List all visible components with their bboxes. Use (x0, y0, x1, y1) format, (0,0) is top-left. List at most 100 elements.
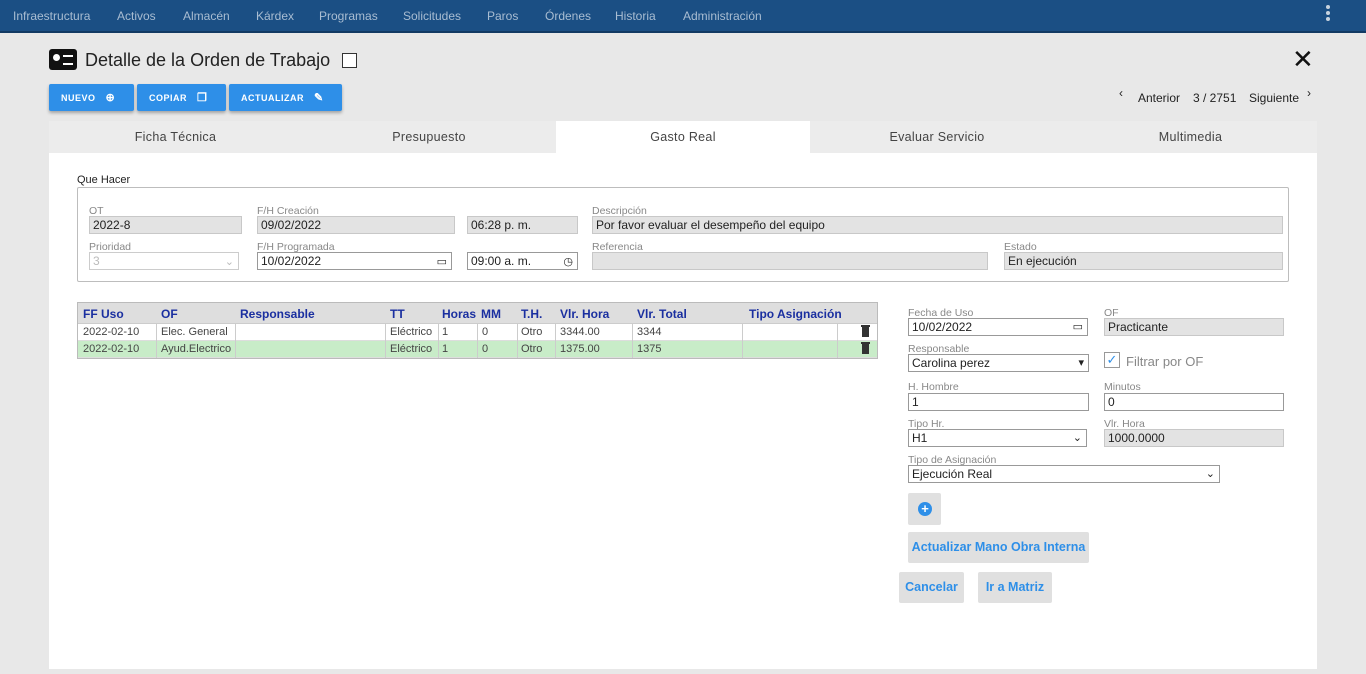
prev-link[interactable]: Anterior (1138, 91, 1180, 105)
nav-item-paros[interactable]: Paros (487, 9, 518, 23)
col-tt[interactable]: TT (390, 307, 405, 321)
fh-programada-time-input[interactable]: 09:00 a. m. ◷ (467, 252, 578, 270)
col-horas[interactable]: Horas (442, 307, 476, 321)
cell-vlr-hora: 3344.00 (560, 326, 600, 338)
nav-item-administracion[interactable]: Administración (683, 9, 762, 23)
nav-item-solicitudes[interactable]: Solicitudes (403, 9, 461, 23)
chevron-left-icon[interactable]: ‹ (1119, 86, 1123, 100)
h-hombre-input[interactable]: 1 (908, 393, 1089, 411)
copy-button[interactable]: COPIAR ❐ (137, 84, 226, 111)
h-hombre-label: H. Hombre (908, 381, 959, 393)
col-vlr-hora[interactable]: Vlr. Hora (560, 307, 609, 321)
fh-programada-time-value: 09:00 a. m. (471, 254, 532, 268)
table-row[interactable]: 2022-02-10 Elec. General Eléctrico 1 0 O… (78, 324, 877, 341)
minutos-input[interactable]: 0 (1104, 393, 1284, 411)
nav-item-programas[interactable]: Programas (319, 9, 378, 23)
caret-down-icon[interactable]: ▾ (1078, 355, 1084, 371)
record-position: 3 / 2751 (1193, 91, 1237, 105)
fh-programada-date-value: 10/02/2022 (261, 254, 322, 268)
trash-icon[interactable] (861, 342, 870, 354)
calendar-icon[interactable]: ▭ (437, 254, 447, 270)
prioridad-select[interactable]: 3 ⌄ (89, 252, 239, 270)
nav-item-ordenes[interactable]: Órdenes (545, 9, 591, 23)
grid-header: FF Uso OF Responsable TT Horas MM T.H. V… (78, 303, 877, 324)
chevron-down-icon[interactable]: ⌄ (1206, 466, 1215, 482)
tipo-hr-select[interactable]: H1 ⌄ (908, 429, 1087, 447)
nav-item-activos[interactable]: Activos (117, 9, 156, 23)
cell-of: Elec. General (161, 326, 228, 338)
filtrar-label: Filtrar por OF (1126, 354, 1204, 369)
tab-evaluar-servicio[interactable]: Evaluar Servicio (810, 121, 1064, 153)
col-th[interactable]: T.H. (521, 307, 542, 321)
add-button[interactable]: + (908, 493, 941, 525)
chevron-down-icon: ⌄ (224, 256, 234, 268)
cell-mm: 0 (482, 343, 489, 355)
update-button[interactable]: ACTUALIZAR ✎ (229, 84, 342, 111)
col-vlr-total[interactable]: Vlr. Total (637, 307, 687, 321)
que-hacer-fieldset: OT 2022-8 F/H Creación 09/02/2022 06:28 … (77, 187, 1289, 282)
add-circle-outline-icon: ⊕ (105, 92, 116, 104)
nav-item-almacen[interactable]: Almacén (183, 9, 230, 23)
cell-tt: Eléctrico (390, 326, 433, 338)
estado-field: En ejecución (1004, 252, 1283, 270)
tab-gasto-real[interactable]: Gasto Real (556, 121, 810, 153)
responsable-value: Carolina perez (912, 356, 991, 370)
trash-icon[interactable] (861, 325, 870, 337)
nav-item-infraestructura[interactable]: Infraestructura (13, 9, 90, 23)
cell-ff-uso: 2022-02-10 (83, 326, 140, 338)
col-responsable[interactable]: Responsable (240, 307, 315, 321)
table-row[interactable]: 2022-02-10 Ayud.Electrico Eléctrico 1 0 … (78, 341, 877, 358)
cell-tt: Eléctrico (390, 343, 433, 355)
col-tipo-asignacion[interactable]: Tipo Asignación (749, 307, 842, 321)
tab-presupuesto[interactable]: Presupuesto (302, 121, 556, 153)
prioridad-value: 3 (93, 254, 100, 268)
cell-vlr-total: 3344 (637, 326, 662, 338)
close-icon[interactable]: ✕ (1292, 46, 1314, 72)
fh-creacion-time-field: 06:28 p. m. (467, 216, 578, 234)
next-link[interactable]: Siguiente (1249, 91, 1299, 105)
tipo-asignacion-select[interactable]: Ejecución Real ⌄ (908, 465, 1220, 483)
fh-programada-date-input[interactable]: 10/02/2022 ▭ (257, 252, 452, 270)
minutos-label: Minutos (1104, 381, 1141, 393)
tab-ficha-tecnica[interactable]: Ficha Técnica (49, 121, 302, 153)
update-button-label: ACTUALIZAR (241, 92, 304, 103)
col-ff-uso[interactable]: FF Uso (83, 307, 124, 321)
ir-a-matriz-button[interactable]: Ir a Matriz (978, 572, 1052, 603)
add-circle-icon: + (918, 502, 932, 516)
nav-item-historia[interactable]: Historia (615, 9, 656, 23)
new-button-label: NUEVO (61, 92, 96, 103)
tab-multimedia[interactable]: Multimedia (1064, 121, 1317, 153)
cell-horas: 1 (442, 326, 449, 338)
title-checkbox[interactable] (342, 53, 357, 68)
chevron-right-icon[interactable]: › (1307, 86, 1311, 100)
cell-th: Otro (521, 343, 543, 355)
ot-field: 2022-8 (89, 216, 242, 234)
referencia-field (592, 252, 988, 270)
cancel-button[interactable]: Cancelar (899, 572, 964, 603)
clock-icon[interactable]: ◷ (563, 254, 573, 270)
col-mm[interactable]: MM (481, 307, 501, 321)
calendar-icon[interactable]: ▭ (1073, 319, 1083, 335)
responsable-select[interactable]: Carolina perez ▾ (908, 354, 1089, 372)
nav-item-kardex[interactable]: Kárdex (256, 9, 294, 23)
section-label: Que Hacer (77, 174, 131, 186)
cell-th: Otro (521, 326, 543, 338)
tab-bar: Ficha Técnica Presupuesto Gasto Real Eva… (49, 121, 1317, 153)
new-button[interactable]: NUEVO ⊕ (49, 84, 134, 111)
vlr-hora-field: 1000.0000 (1104, 429, 1284, 447)
tipo-asignacion-value: Ejecución Real (912, 467, 993, 481)
copy-icon: ❐ (197, 92, 208, 104)
filtrar-checkbox[interactable]: ✓ (1104, 352, 1120, 368)
cell-vlr-total: 1375 (637, 343, 662, 355)
actualizar-mano-obra-button[interactable]: Actualizar Mano Obra Interna (908, 532, 1089, 563)
main-panel: Ficha Técnica Presupuesto Gasto Real Eva… (49, 121, 1317, 669)
page-title: Detalle de la Orden de Trabajo (85, 50, 331, 70)
cell-of: Ayud.Electrico (161, 343, 232, 355)
fecha-uso-input[interactable]: 10/02/2022 ▭ (908, 318, 1088, 336)
cell-mm: 0 (482, 326, 489, 338)
col-of[interactable]: OF (161, 307, 178, 321)
copy-button-label: COPIAR (149, 92, 188, 103)
chevron-down-icon[interactable]: ⌄ (1073, 430, 1082, 446)
more-vert-icon[interactable] (1326, 5, 1330, 23)
descripcion-field: Por favor evaluar el desempeño del equip… (592, 216, 1283, 234)
